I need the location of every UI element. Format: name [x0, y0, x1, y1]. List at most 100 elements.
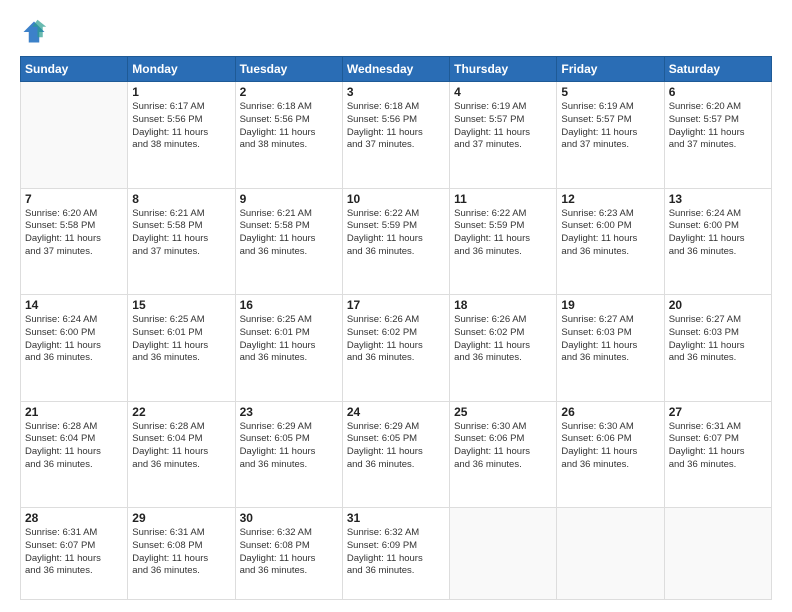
daylight-text: Daylight: 11 hoursand 36 minutes.	[669, 340, 745, 364]
calendar-cell: 14Sunrise: 6:24 AMSunset: 6:00 PMDayligh…	[21, 295, 128, 402]
sunrise-text: Sunrise: 6:24 AM	[25, 314, 97, 325]
day-number: 19	[561, 298, 659, 312]
daylight-text: Daylight: 11 hoursand 36 minutes.	[240, 340, 316, 364]
sunset-text: Sunset: 6:01 PM	[240, 327, 310, 338]
sunset-text: Sunset: 6:03 PM	[561, 327, 631, 338]
daylight-text: Daylight: 11 hoursand 36 minutes.	[454, 233, 530, 257]
calendar-cell: 21Sunrise: 6:28 AMSunset: 6:04 PMDayligh…	[21, 401, 128, 508]
day-number: 15	[132, 298, 230, 312]
calendar-cell: 7Sunrise: 6:20 AMSunset: 5:58 PMDaylight…	[21, 188, 128, 295]
sunset-text: Sunset: 6:07 PM	[25, 540, 95, 551]
sunset-text: Sunset: 6:07 PM	[669, 433, 739, 444]
daylight-text: Daylight: 11 hoursand 36 minutes.	[561, 233, 637, 257]
weekday-header-wednesday: Wednesday	[342, 57, 449, 82]
sunrise-text: Sunrise: 6:32 AM	[347, 527, 419, 538]
sunrise-text: Sunrise: 6:26 AM	[454, 314, 526, 325]
day-info: Sunrise: 6:27 AM Sunset: 6:03 PM Daylight:…	[669, 314, 767, 365]
calendar-cell: 18Sunrise: 6:26 AMSunset: 6:02 PMDayligh…	[450, 295, 557, 402]
day-number: 8	[132, 192, 230, 206]
day-info: Sunrise: 6:32 AMSunset: 6:09 PMDaylight:…	[347, 527, 445, 578]
day-info: Sunrise: 6:18 AMSunset: 5:56 PMDaylight:…	[240, 101, 338, 152]
daylight-text: Daylight: 11 hoursand 36 minutes.	[132, 446, 208, 470]
calendar-table: SundayMondayTuesdayWednesdayThursdayFrid…	[20, 56, 772, 600]
day-info: Sunrise: 6:29 AMSunset: 6:05 PMDaylight:…	[347, 421, 445, 472]
calendar-cell: 26Sunrise: 6:30 AMSunset: 6:06 PMDayligh…	[557, 401, 664, 508]
day-info: Sunrise: 6:25 AMSunset: 6:01 PMDaylight:…	[240, 314, 338, 365]
sunset-text: Sunset: 6:03 PM	[669, 327, 739, 338]
sunrise-text: Sunrise: 6:21 AM	[132, 208, 204, 219]
daylight-text: Daylight: 11 hoursand 36 minutes.	[132, 340, 208, 364]
week-row-1: 1 Sunrise: 6:17 AM Sunset: 5:56 PM Daylight…	[21, 82, 772, 189]
day-info: Sunrise: 6:28 AMSunset: 6:04 PMDaylight:…	[132, 421, 230, 472]
header	[20, 18, 772, 46]
day-number: 2	[240, 85, 338, 99]
calendar-cell: 15 Sunrise: 6:25 AMSunset: 6:01 PMDayligh…	[128, 295, 235, 402]
day-number: 5	[561, 85, 659, 99]
daylight-text: Daylight: 11 hoursand 36 minutes.	[25, 340, 101, 364]
calendar-cell: 17Sunrise: 6:26 AMSunset: 6:02 PMDayligh…	[342, 295, 449, 402]
daylight-text: Daylight: 11 hoursand 36 minutes.	[240, 446, 316, 470]
day-info: Sunrise: 6:19 AMSunset: 5:57 PMDaylight:…	[561, 101, 659, 152]
calendar-cell: 10Sunrise: 6:22 AMSunset: 5:59 PMDayligh…	[342, 188, 449, 295]
day-info: Sunrise: 6:20 AMSunset: 5:57 PMDaylight:…	[669, 101, 767, 152]
sunrise-text: Sunrise: 6:20 AM	[669, 101, 741, 112]
sunset-text: Sunset: 5:57 PM	[454, 114, 524, 125]
sunrise-text: Sunrise: 6:32 AM	[240, 527, 312, 538]
sunset-text: Sunset: 5:57 PM	[561, 114, 631, 125]
sunrise-text: Sunrise: 6:22 AM	[454, 208, 526, 219]
sunset-text: Sunset: 5:58 PM	[25, 220, 95, 231]
day-info: Sunrise: 6:20 AMSunset: 5:58 PMDaylight:…	[25, 208, 123, 259]
week-row-5: 28Sunrise: 6:31 AMSunset: 6:07 PMDayligh…	[21, 508, 772, 600]
sunset-text: Sunset: 6:00 PM	[669, 220, 739, 231]
day-number: 9	[240, 192, 338, 206]
sunset-text: Sunset: 5:56 PM	[347, 114, 417, 125]
sunset-text: Sunset: 6:00 PM	[25, 327, 95, 338]
sunset-text: Sunset: 6:06 PM	[454, 433, 524, 444]
calendar-cell: 28Sunrise: 6:31 AMSunset: 6:07 PMDayligh…	[21, 508, 128, 600]
calendar-cell: 3Sunrise: 6:18 AMSunset: 5:56 PMDaylight…	[342, 82, 449, 189]
calendar-cell: 9Sunrise: 6:21 AMSunset: 5:58 PMDaylight…	[235, 188, 342, 295]
sunset-text: Sunset: 6:06 PM	[561, 433, 631, 444]
calendar-cell	[21, 82, 128, 189]
day-number: 1	[132, 85, 230, 99]
day-info: Sunrise: 6:30 AMSunset: 6:06 PMDaylight:…	[561, 421, 659, 472]
weekday-header-monday: Monday	[128, 57, 235, 82]
sunrise-text: Sunrise: 6:27 AM	[561, 314, 633, 325]
day-info: Sunrise: 6:22 AMSunset: 5:59 PMDaylight:…	[454, 208, 552, 259]
sunrise-text: Sunrise: 6:17 AM	[132, 101, 204, 112]
sunrise-text: Sunrise: 6:27 AM	[669, 314, 741, 325]
daylight-text: Daylight: 11 hoursand 36 minutes.	[669, 233, 745, 257]
weekday-header-row: SundayMondayTuesdayWednesdayThursdayFrid…	[21, 57, 772, 82]
sunrise-text: Sunrise: 6:22 AM	[347, 208, 419, 219]
calendar-cell: 13Sunrise: 6:24 AMSunset: 6:00 PMDayligh…	[664, 188, 771, 295]
day-number: 16	[240, 298, 338, 312]
sunrise-text: Sunrise: 6:18 AM	[240, 101, 312, 112]
weekday-header-thursday: Thursday	[450, 57, 557, 82]
day-info: Sunrise: 6:25 AMSunset: 6:01 PMDaylight:…	[132, 314, 230, 365]
day-info: Sunrise: 6:31 AMSunset: 6:08 PMDaylight:…	[132, 527, 230, 578]
day-number: 10	[347, 192, 445, 206]
sunset-text: Sunset: 6:09 PM	[347, 540, 417, 551]
sunset-text: Sunset: 6:02 PM	[347, 327, 417, 338]
sunrise-text: Sunrise: 6:29 AM	[347, 421, 419, 432]
day-info: Sunrise: 6:26 AMSunset: 6:02 PMDaylight:…	[347, 314, 445, 365]
logo-icon	[20, 18, 48, 46]
calendar-cell: 11Sunrise: 6:22 AMSunset: 5:59 PMDayligh…	[450, 188, 557, 295]
daylight-text: Daylight: 11 hoursand 36 minutes.	[240, 233, 316, 257]
calendar-cell: 20Sunrise: 6:27 AMSunset: 6:03 PMDayligh…	[664, 295, 771, 402]
day-info: Sunrise: 6:18 AMSunset: 5:56 PMDaylight:…	[347, 101, 445, 152]
daylight-text: Daylight: 11 hoursand 36 minutes.	[454, 446, 530, 470]
sunset-text: Sunset: 6:04 PM	[132, 433, 202, 444]
sunrise-text: Sunrise: 6:20 AM	[25, 208, 97, 219]
daylight-text: Daylight: 11 hoursand 38 minutes.	[240, 127, 316, 151]
daylight-text: Daylight: 11 hoursand 37 minutes.	[454, 127, 530, 151]
daylight-text: Daylight: 11 hoursand 36 minutes.	[347, 233, 423, 257]
day-number: 30	[240, 511, 338, 525]
daylight-text: Daylight: 11 hoursand 36 minutes.	[25, 553, 101, 577]
weekday-header-tuesday: Tuesday	[235, 57, 342, 82]
sunrise-text: Sunrise: 6:29 AM	[240, 421, 312, 432]
sunset-text: Sunset: 6:01 PM	[132, 327, 202, 338]
calendar-cell: 23Sunrise: 6:29 AMSunset: 6:05 PMDayligh…	[235, 401, 342, 508]
sunset-text: Sunset: 6:00 PM	[561, 220, 631, 231]
daylight-text: Daylight: 11 hoursand 36 minutes.	[454, 340, 530, 364]
